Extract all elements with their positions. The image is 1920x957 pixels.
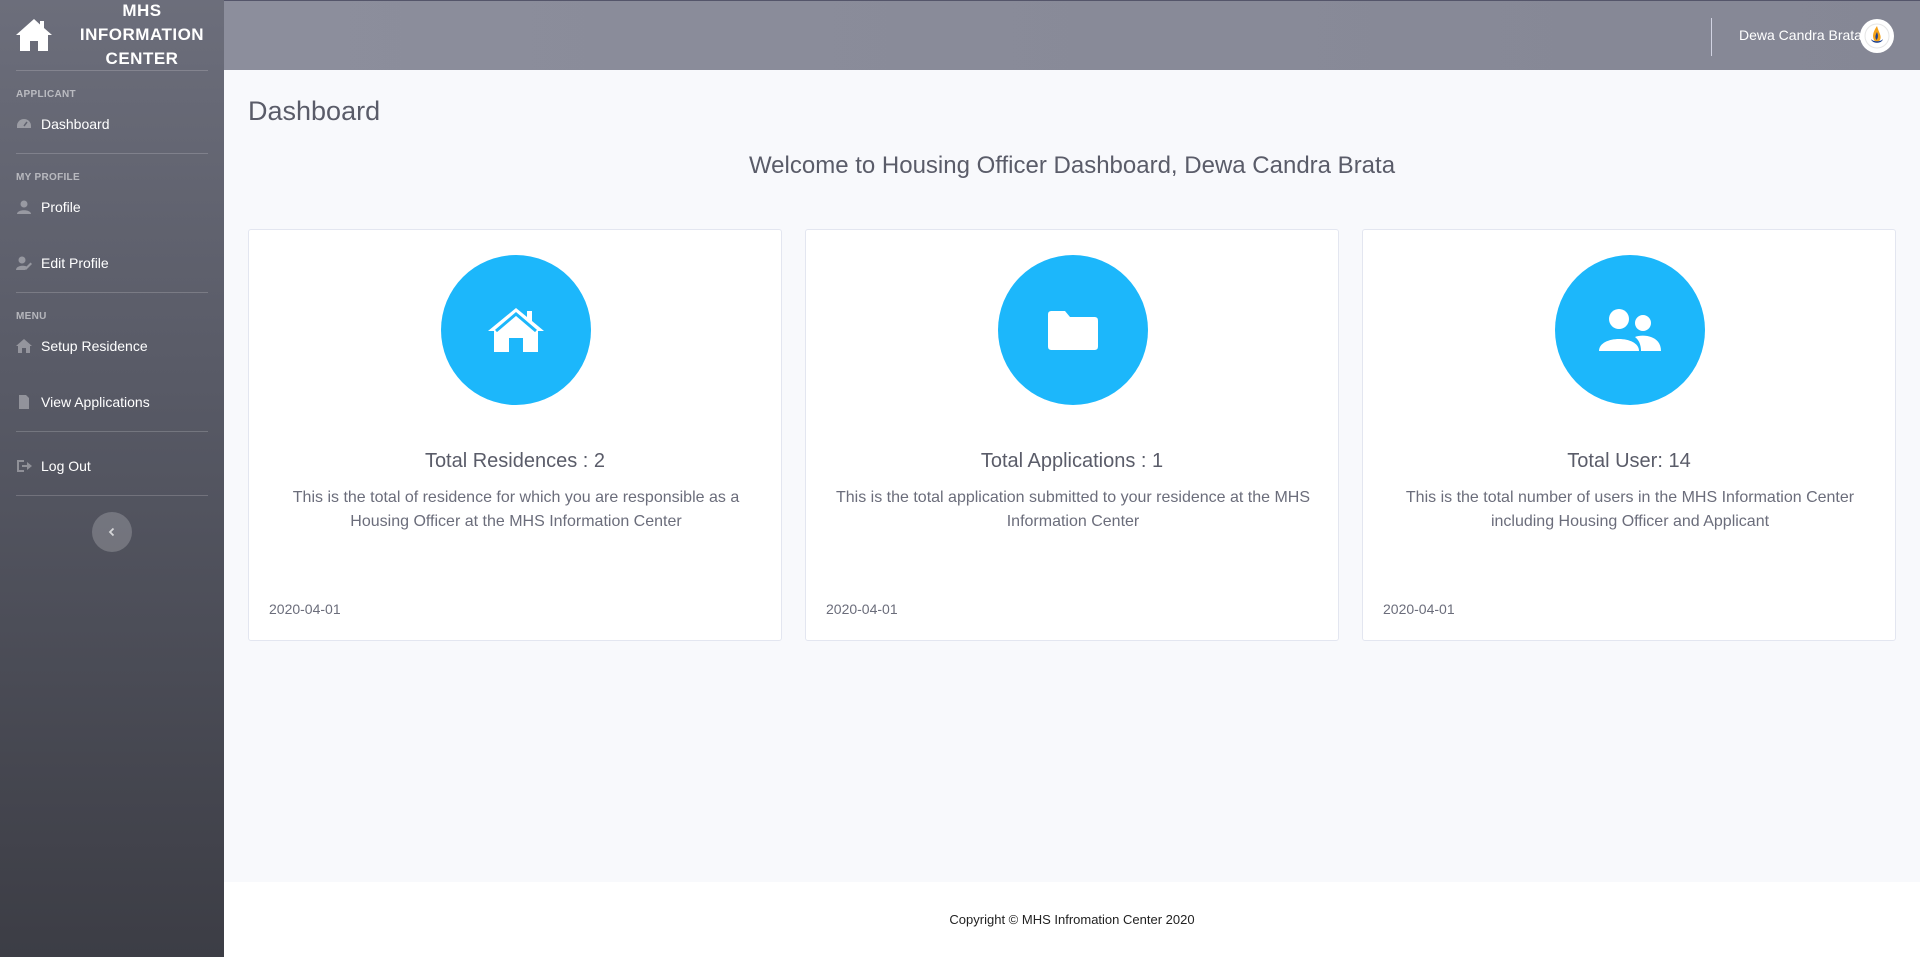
- card-total-users: Total User: 14 This is the total number …: [1362, 229, 1896, 641]
- sidebar-item-setup-residence[interactable]: Setup Residence: [0, 326, 224, 366]
- sidebar-item-profile[interactable]: Profile: [0, 187, 224, 227]
- page-title: Dashboard: [248, 96, 381, 126]
- card-title: Total Residences : 2: [424, 450, 606, 472]
- sidebar-item-label: Edit Profile: [41, 255, 109, 271]
- brand[interactable]: MHS INFORMATION CENTER: [0, 0, 224, 70]
- sidebar-toggle-button[interactable]: [92, 512, 132, 552]
- card-title: Total User: 14: [1567, 450, 1691, 472]
- footer-copyright: Copyright © MHS Infromation Center 2020: [949, 912, 1195, 927]
- home-icon: [488, 308, 544, 352]
- topbar: Dewa Candra Brata: [224, 0, 1920, 70]
- sidebar-item-label: Profile: [41, 199, 81, 215]
- user-icon: [17, 200, 31, 214]
- card-description: This is the total number of users in the…: [1405, 489, 1855, 530]
- footer: Copyright © MHS Infromation Center 2020: [224, 882, 1920, 957]
- welcome-message: Welcome to Housing Officer Dashboard, De…: [748, 152, 1396, 179]
- sign-out-icon: [17, 460, 32, 472]
- flame-logo-icon: [1864, 23, 1890, 49]
- chevron-left-icon: [108, 527, 115, 537]
- card-icon-circle: [1555, 255, 1705, 405]
- card-date: 2020-04-01: [826, 601, 898, 617]
- card-title: Total Applications : 1: [980, 450, 1164, 472]
- sidebar-item-label: Setup Residence: [41, 338, 148, 354]
- topbar-divider: [1711, 18, 1712, 56]
- sidebar-item-logout[interactable]: Log Out: [0, 446, 224, 486]
- sidebar-item-label: View Applications: [41, 394, 150, 410]
- sidebar: MHS INFORMATION CENTER APPLICANT Dashboa…: [0, 0, 224, 957]
- card-description: This is the total of residence for which…: [292, 489, 740, 530]
- sidebar-divider: [16, 431, 208, 432]
- sidebar-item-dashboard[interactable]: Dashboard: [0, 104, 224, 144]
- sidebar-divider: [16, 495, 208, 496]
- card-date: 2020-04-01: [1383, 601, 1455, 617]
- sidebar-item-label: Log Out: [41, 458, 91, 474]
- card-total-residences: Total Residences : 2 This is the total o…: [248, 229, 782, 641]
- sidebar-item-view-applications[interactable]: View Applications: [0, 382, 224, 422]
- home-icon: [16, 19, 52, 51]
- sidebar-heading-menu: MENU: [16, 311, 47, 322]
- sidebar-heading-applicant: APPLICANT: [16, 89, 76, 100]
- sidebar-heading-my-profile: MY PROFILE: [16, 172, 80, 183]
- brand-title: MHS INFORMATION CENTER: [79, 1, 205, 68]
- card-description: This is the total application submitted …: [836, 489, 1311, 530]
- card-date: 2020-04-01: [269, 601, 341, 617]
- tachometer-icon: [17, 119, 31, 128]
- sidebar-item-edit-profile[interactable]: Edit Profile: [0, 243, 224, 283]
- avatar[interactable]: [1860, 19, 1894, 53]
- user-name[interactable]: Dewa Candra Brata: [1739, 27, 1862, 43]
- card-icon-circle: [441, 255, 591, 405]
- card-icon-circle: [998, 255, 1148, 405]
- sidebar-item-label: Dashboard: [41, 116, 110, 132]
- card-total-applications: Total Applications : 1 This is the total…: [805, 229, 1339, 641]
- folder-icon: [1048, 311, 1098, 350]
- home-icon: [16, 339, 32, 353]
- file-icon: [19, 395, 29, 409]
- users-icon: [1599, 309, 1661, 351]
- user-edit-icon: [16, 256, 32, 270]
